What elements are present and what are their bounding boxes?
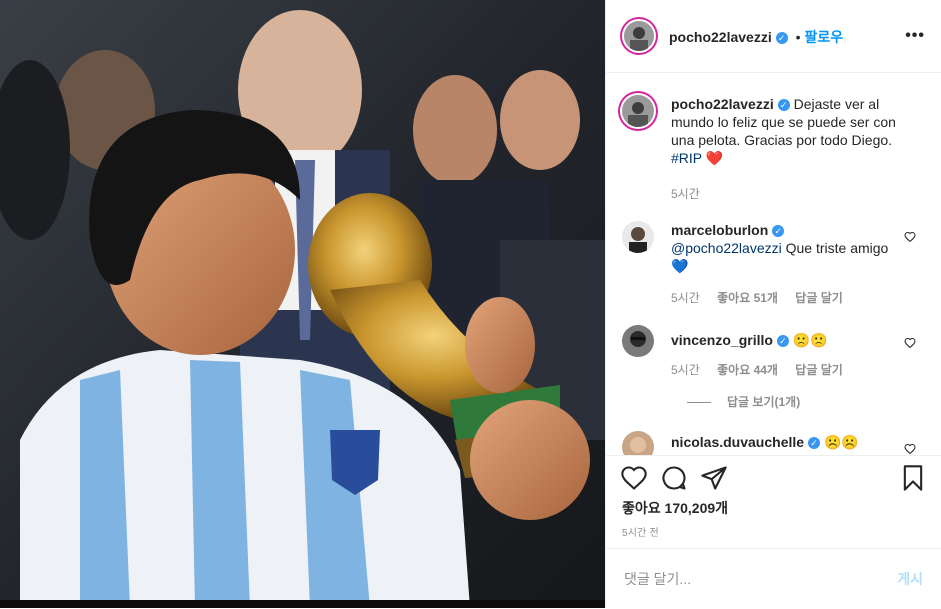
post-header: pocho22lavezzi ✓ • 팔로우 ••• (606, 0, 941, 73)
follow-button[interactable]: 팔로우 (805, 29, 844, 45)
mention-link[interactable]: @pocho22lavezzi (671, 240, 782, 256)
comment-avatar[interactable] (622, 221, 654, 253)
comment-input[interactable] (622, 567, 876, 591)
like-heart-icon[interactable] (620, 464, 648, 492)
post-time-ago[interactable]: 5시간 전 (622, 524, 659, 539)
verified-badge-icon: ✓ (775, 32, 788, 45)
comment-username[interactable]: marceloburlon (671, 222, 768, 238)
verified-badge-icon: ✓ (772, 225, 785, 238)
caption-username[interactable]: pocho22lavezzi (671, 96, 774, 112)
avatar-image (622, 95, 654, 127)
share-paper-plane-icon[interactable] (700, 464, 728, 492)
comment-time[interactable]: 5시간 (671, 363, 700, 377)
comment-username[interactable]: vincenzo_grillo (671, 332, 773, 348)
comment-meta: 5시간 좋아요 44개 답글 달기 (671, 361, 857, 378)
caption-text: pocho22lavezzi ✓ Dejaste ver al mundo lo … (671, 95, 897, 167)
comment-emoji: 💙 (671, 258, 689, 274)
comment-meta: 5시간 좋아요 51개 답글 달기 (671, 289, 857, 306)
caption-meta: 5시간 (671, 185, 714, 202)
comment-composer: 게시 (606, 548, 941, 609)
header-user-line: pocho22lavezzi ✓ • 팔로우 (669, 27, 843, 47)
comment-like-heart-icon[interactable] (904, 337, 916, 349)
caption-avatar[interactable] (622, 95, 654, 127)
photo-illustration (0, 0, 605, 608)
comment-avatar[interactable] (622, 431, 654, 455)
comment-like-heart-icon[interactable] (904, 443, 916, 455)
view-replies-label: 답글 보기(1개) (727, 395, 801, 409)
verified-badge-icon: ✓ (777, 99, 790, 112)
comment-emoji: 🙁🙁 (792, 332, 828, 348)
comment-username[interactable]: nicolas.duvauchelle (671, 434, 804, 450)
save-bookmark-icon[interactable] (899, 464, 927, 492)
more-options-button[interactable]: ••• (905, 27, 925, 45)
author-username[interactable]: pocho22lavezzi (669, 29, 772, 45)
hashtag-link[interactable]: #RIP (671, 150, 702, 166)
comment-time[interactable]: 5시간 (671, 291, 700, 305)
reply-button[interactable]: 답글 달기 (795, 363, 843, 377)
post-comment-button[interactable]: 게시 (897, 569, 923, 589)
comment-like-heart-icon[interactable] (904, 231, 916, 243)
reply-button[interactable]: 답글 달기 (795, 291, 843, 305)
comment-bubble-icon[interactable] (660, 464, 688, 492)
comments-list[interactable]: pocho22lavezzi ✓ Dejaste ver al mundo lo … (606, 73, 941, 455)
replies-divider (687, 402, 711, 404)
comment-emoji: ☹️☹️ (823, 434, 859, 450)
comment-text: nicolas.duvauchelle ✓ ☹️☹️ (671, 433, 897, 451)
author-avatar[interactable] (624, 21, 654, 51)
verified-badge-icon: ✓ (776, 335, 789, 348)
post-photo[interactable] (0, 0, 605, 608)
caption-emoji: ❤️ (705, 150, 724, 166)
comment-likes-count[interactable]: 좋아요 51개 (717, 291, 778, 305)
likes-count[interactable]: 좋아요 170,209개 (622, 498, 728, 518)
verified-badge-icon: ✓ (808, 437, 821, 450)
avatar-image (622, 431, 654, 455)
post-side-panel: pocho22lavezzi ✓ • 팔로우 ••• pocho22lavezzi ✓… (605, 0, 941, 608)
comment-text: vincenzo_grillo ✓ 🙁🙁 (671, 331, 897, 349)
view-replies-button[interactable]: 답글 보기(1개) (687, 393, 800, 410)
avatar-image (624, 21, 654, 51)
avatar-image (622, 221, 654, 253)
avatar-image (622, 325, 654, 357)
comment-text: marceloburlon ✓ @pocho22lavezzi Que trist… (671, 221, 897, 275)
comment-avatar[interactable] (622, 325, 654, 357)
caption-time[interactable]: 5시간 (671, 187, 700, 201)
comment-body: Que triste amigo (785, 240, 889, 256)
post-actions: 좋아요 170,209개 5시간 전 (606, 455, 941, 556)
comment-likes-count[interactable]: 좋아요 44개 (717, 363, 778, 377)
separator-dot: • (795, 29, 801, 45)
